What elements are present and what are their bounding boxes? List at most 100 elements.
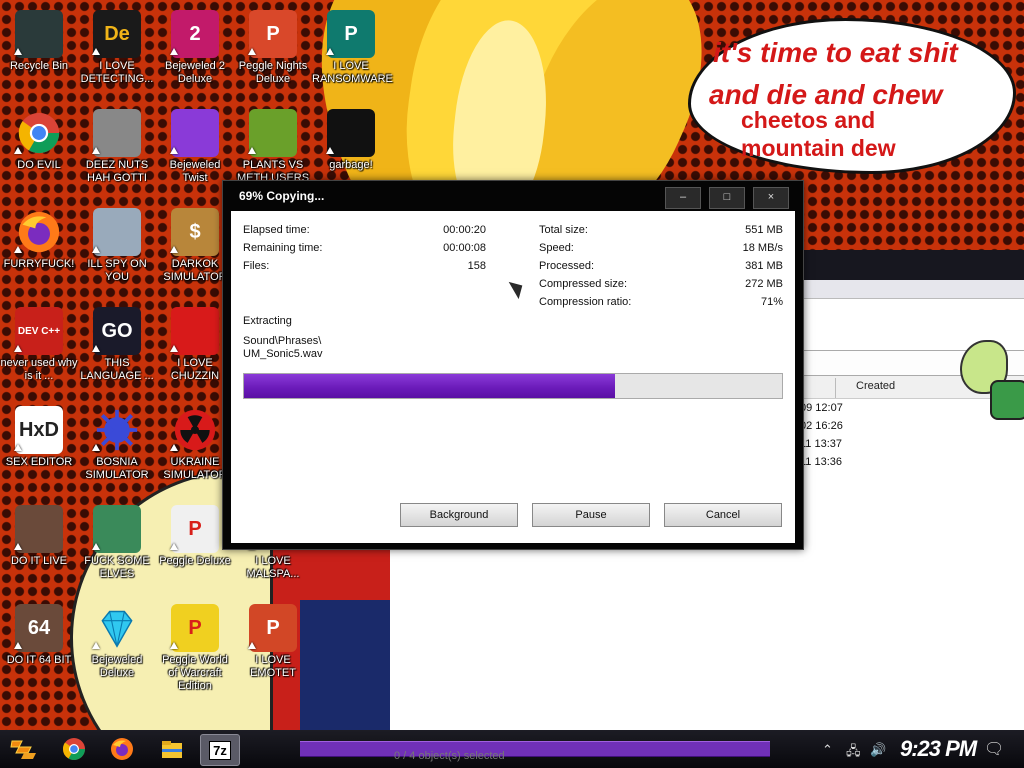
chrome-icon[interactable]	[58, 734, 90, 764]
windows-stack-icon	[93, 109, 141, 157]
desktop-icon[interactable]: P Peggle Nights Deluxe	[234, 4, 312, 100]
background-button[interactable]: Background	[400, 503, 518, 527]
stat-value: 00:00:08	[443, 242, 486, 254]
desktop-icon-label: FUCK SOME ELVES	[84, 555, 150, 580]
desktop-icon-label: Peggle World of Warcraft Edition	[162, 654, 228, 692]
elf-icon	[93, 505, 141, 553]
desktop-icon[interactable]: FURRYFUCK!	[0, 202, 78, 298]
portrait-icon	[15, 505, 63, 553]
progress-bar	[243, 373, 783, 399]
desktop-icon[interactable]: 64 DO IT 64 BIT	[0, 598, 78, 694]
desktop-icon[interactable]: De I LOVE DETECTING...	[78, 4, 156, 100]
explorer-status-bar: 0 / 4 object(s) selected	[394, 750, 505, 762]
column-header-created[interactable]: Created	[856, 380, 895, 392]
desktop-icon-label: garbage!	[329, 159, 373, 171]
stat-label: Processed:	[539, 260, 595, 272]
table-cell-date[interactable]: 09 12:07	[800, 402, 843, 414]
shortcut-arrow-icon	[248, 48, 256, 55]
desktop-icon-label: Recycle Bin	[9, 60, 69, 72]
table-cell-date[interactable]: 11 13:36	[800, 456, 842, 468]
powerpoint-icon: P	[249, 604, 297, 652]
desktop-icon[interactable]: GO THIS LANGUAGE ...	[78, 301, 156, 397]
firefox-icon	[15, 208, 63, 256]
desktop-icon-label: DO IT 64 BIT	[6, 654, 72, 666]
bejeweled-twist-icon	[171, 109, 219, 157]
desktop: it's time to eat shit and die and chew c…	[0, 0, 1024, 768]
desktop-icon[interactable]: PI LOVE RANSOMWARE	[312, 4, 393, 100]
file-explorer-icon[interactable]	[156, 734, 188, 764]
column-divider[interactable]	[835, 378, 836, 398]
desktop-icon[interactable]: DO IT LIVE	[0, 499, 78, 595]
garbage-emblem-icon	[327, 109, 375, 157]
stat-label: Elapsed time:	[243, 224, 310, 236]
chevron-up-icon[interactable]: ⌃	[822, 742, 833, 758]
bubble-text: mountain dew	[741, 135, 896, 161]
desktop-icon-label: never used why is it ...	[0, 357, 78, 382]
copy-progress-dialog: 69% Copying... – □ × Elapsed time: 00:00…	[222, 180, 804, 550]
pause-button[interactable]: Pause	[532, 503, 650, 527]
shortcut-arrow-icon	[92, 147, 100, 154]
shortcut-arrow-icon	[14, 246, 22, 253]
firefox-icon[interactable]	[106, 734, 138, 764]
stat-label: Speed:	[539, 242, 574, 254]
desktop-icon-label: I LOVE MALSPA...	[246, 555, 300, 580]
cancel-button[interactable]: Cancel	[664, 503, 782, 527]
7zip-icon[interactable]: 7z	[200, 734, 240, 766]
desktop-icon[interactable]: P Peggle World of Warcraft Edition	[156, 598, 234, 694]
desktop-icon[interactable]: DEV C++ never used why is it ...	[0, 301, 78, 397]
network-icon[interactable]: 🖧	[846, 742, 861, 764]
table-cell-date[interactable]: 11 13:37	[800, 438, 842, 450]
desktop-icon[interactable]: Bejeweled Deluxe	[78, 598, 156, 694]
stat-value: 551 MB	[745, 224, 783, 236]
desktop-icon[interactable]: Recycle Bin	[0, 4, 78, 100]
publisher-icon: P	[327, 10, 375, 58]
bejeweled-2-icon: 2	[171, 10, 219, 58]
desktop-icon[interactable]: 2 Bejeweled 2 Deluxe	[156, 4, 234, 100]
desktop-icon[interactable]: DO EVIL	[0, 103, 78, 199]
notification-icon[interactable]: 🗨	[984, 739, 1004, 759]
desktop-icon[interactable]: PI LOVE EMOTET	[234, 598, 312, 694]
table-cell-date[interactable]: 02 16:26	[800, 420, 843, 432]
stat-value: 272 MB	[745, 278, 783, 290]
maximize-button[interactable]: □	[709, 187, 745, 209]
7zip-label: 7z	[209, 740, 231, 760]
dialog-title: 69% Copying...	[239, 189, 325, 203]
recycle-bin-icon	[15, 10, 63, 58]
desktop-icon-label: BOSNIA SIMULATOR	[85, 456, 149, 481]
chrome-icon	[15, 109, 63, 157]
minimize-button[interactable]: –	[665, 187, 701, 209]
plants-vs-zombies-icon	[249, 109, 297, 157]
shortcut-arrow-icon	[326, 48, 334, 55]
bubble-text: it's time to eat shit	[713, 37, 958, 68]
stat-value: 158	[467, 260, 486, 272]
shortcut-arrow-icon	[14, 642, 22, 649]
radiation-icon	[171, 406, 219, 454]
desktop-icon[interactable]: FUCK SOME ELVES	[78, 499, 156, 595]
shortcut-arrow-icon	[92, 48, 100, 55]
close-button[interactable]: ×	[753, 187, 789, 209]
volume-icon[interactable]: 🔊	[870, 742, 886, 758]
speech-bubble: it's time to eat shit and die and chew c…	[688, 18, 1016, 174]
desktop-icon[interactable]: BOSNIA SIMULATOR	[78, 400, 156, 496]
start-logo-icon[interactable]	[8, 734, 40, 764]
desktop-icon-label: DEEZ NUTS HAH GOTTI	[85, 159, 149, 184]
desktop-icon[interactable]: ILL SPY ON YOU	[78, 202, 156, 298]
desktop-icon[interactable]: DEEZ NUTS HAH GOTTI	[78, 103, 156, 199]
clock[interactable]: 9:23 PM	[900, 736, 977, 762]
desktop-icon[interactable]: HxD SEX EDITOR	[0, 400, 78, 496]
shortcut-arrow-icon	[170, 246, 178, 253]
shortcut-arrow-icon	[92, 444, 100, 451]
shortcut-arrow-icon	[170, 642, 178, 649]
shortcut-arrow-icon	[14, 444, 22, 451]
shortcut-arrow-icon	[14, 48, 22, 55]
shortcut-arrow-icon	[14, 147, 22, 154]
portrait-64-icon: 64	[15, 604, 63, 652]
peridot-sticker	[990, 380, 1024, 420]
hxd-icon: HxD	[15, 406, 63, 454]
peggle-icon: P	[171, 505, 219, 553]
stat-label: Files:	[243, 260, 270, 272]
desktop-icon-label: I LOVE EMOTET	[250, 654, 296, 679]
peggle-wow-icon: P	[171, 604, 219, 652]
stat-label: Remaining time:	[243, 242, 323, 254]
stat-label: Compressed size:	[539, 278, 628, 290]
